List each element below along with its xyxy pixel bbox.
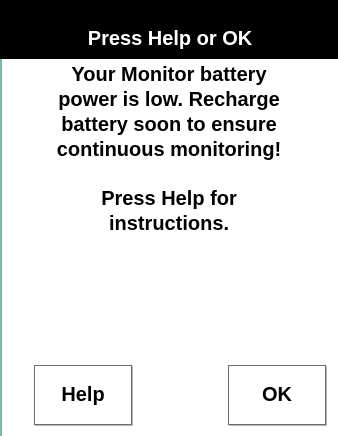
title-bar: Press Help or OK bbox=[0, 0, 338, 59]
message-spacer bbox=[8, 163, 330, 187]
ok-button[interactable]: OK bbox=[228, 365, 326, 425]
left-edge-line bbox=[0, 59, 2, 436]
low-battery-dialog: Press Help or OK Your Monitor battery po… bbox=[0, 0, 338, 436]
message-line: Your Monitor battery bbox=[71, 64, 267, 86]
help-button[interactable]: Help bbox=[34, 365, 132, 425]
dialog-message: Your Monitor battery power is low. Recha… bbox=[8, 63, 330, 237]
message-line: battery soon to ensure bbox=[61, 114, 277, 136]
instruction-line: instructions. bbox=[108, 213, 229, 235]
message-line: power is low. Recharge bbox=[58, 89, 280, 111]
instruction-line: Press Help for bbox=[101, 188, 237, 210]
dialog-title: Press Help or OK bbox=[14, 24, 326, 55]
message-line: continuous monitoring! bbox=[56, 139, 282, 161]
